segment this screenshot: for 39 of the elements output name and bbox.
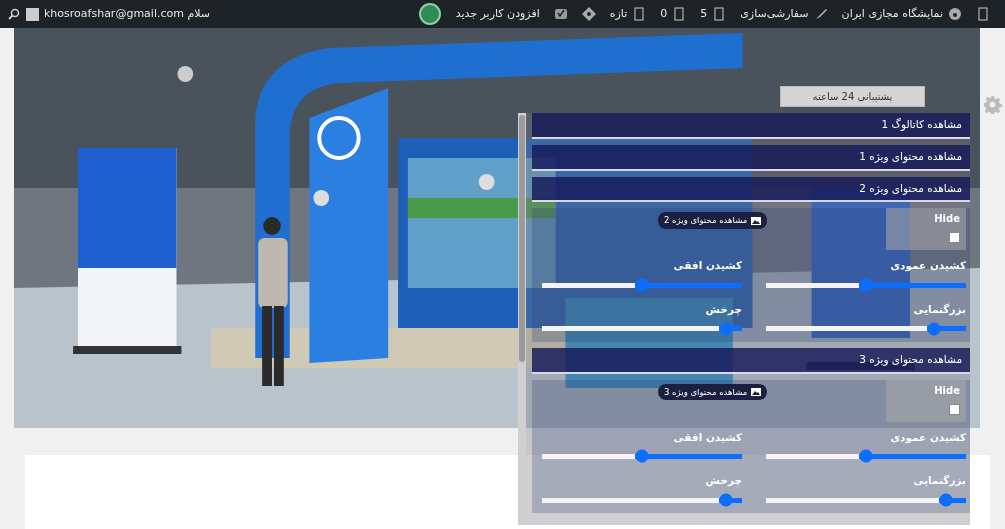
image-icon bbox=[751, 216, 762, 225]
support-button[interactable]: پشتیبانی 24 ساعته bbox=[780, 86, 925, 107]
section-title[interactable]: مشاهده محتوای ویژه 1 bbox=[532, 144, 970, 171]
slider-label: بزرگنمایی bbox=[912, 302, 966, 318]
slider-fill[interactable] bbox=[719, 493, 742, 507]
diamond-icon[interactable] bbox=[581, 7, 596, 21]
toolbar-label[interactable]: تازه bbox=[609, 5, 628, 23]
hide-checkbox[interactable] bbox=[949, 403, 960, 415]
site-link[interactable]: نمایشگاه مجازی ایران bbox=[841, 5, 943, 23]
box-icon[interactable] bbox=[672, 7, 687, 21]
slider-label: کشیدن عمودی bbox=[889, 258, 966, 274]
slider-label: چرخش bbox=[704, 473, 742, 489]
hide-label: Hide bbox=[934, 383, 960, 398]
shield-icon[interactable] bbox=[553, 7, 568, 21]
image-icon bbox=[751, 387, 762, 396]
toolbar-label[interactable]: سفارشی‌سازی bbox=[740, 5, 809, 23]
search-icon[interactable] bbox=[8, 8, 20, 20]
hide-checkbox[interactable] bbox=[949, 232, 960, 244]
slider-label: چرخش bbox=[704, 302, 742, 318]
box-icon[interactable] bbox=[632, 7, 647, 21]
user-avatar[interactable] bbox=[418, 3, 441, 25]
scrollbar[interactable] bbox=[518, 113, 526, 525]
toolbar-label[interactable]: 5 bbox=[700, 5, 708, 23]
slider-label: کشیدن افقی bbox=[672, 258, 742, 274]
box-icon[interactable] bbox=[712, 7, 727, 21]
user-avatar[interactable] bbox=[25, 7, 39, 21]
user-greeting[interactable]: سلام khosroafshar@gmail.com bbox=[44, 5, 211, 23]
section-title[interactable]: مشاهده محتوای ویژه 3 bbox=[532, 347, 970, 374]
section-title[interactable]: مشاهده محتوای ویژه 2 bbox=[532, 176, 970, 203]
section-title[interactable]: مشاهده کاتالوگ 1 bbox=[532, 113, 970, 139]
content-tag-button[interactable]: مشاهده محتوای ویژه 2 bbox=[658, 212, 768, 229]
slider-label: کشیدن عمودی bbox=[889, 429, 966, 446]
add-user-link[interactable]: افزودن کاربر جدید bbox=[455, 5, 540, 23]
hide-label: Hide bbox=[934, 212, 960, 227]
toolbar-label[interactable]: 0 bbox=[660, 5, 668, 23]
dashboard-icon[interactable] bbox=[948, 7, 962, 21]
box-icon[interactable] bbox=[976, 7, 990, 21]
slider-label: بزرگنمایی bbox=[912, 473, 966, 489]
slider-label: کشیدن افقی bbox=[672, 429, 742, 445]
